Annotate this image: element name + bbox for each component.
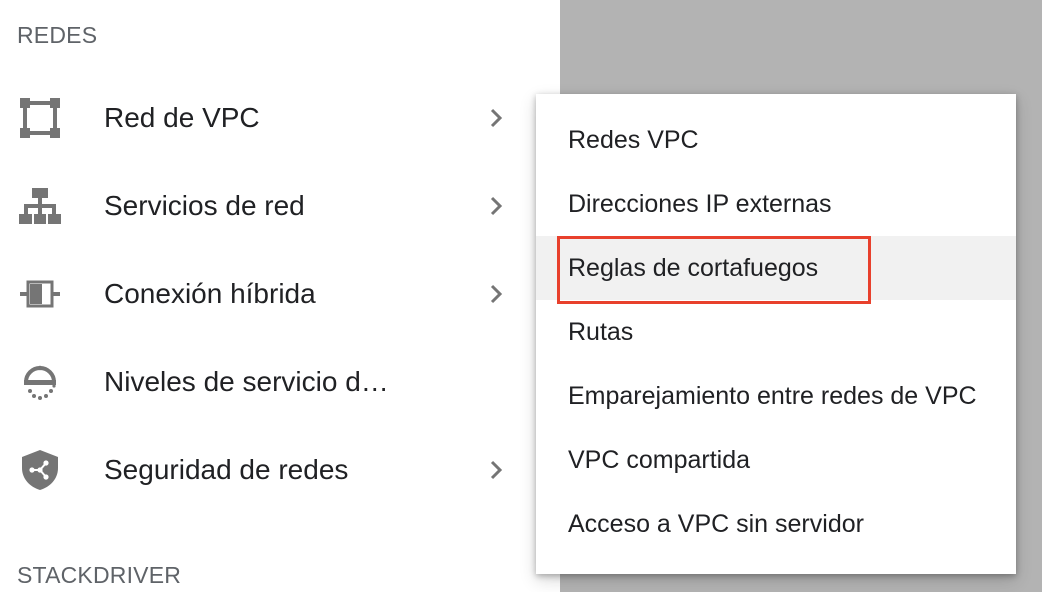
section-header-networking: REDES xyxy=(17,22,98,48)
submenu-item-label: Rutas xyxy=(568,318,634,346)
nav-item-label: Niveles de servicio d… xyxy=(104,366,389,397)
submenu-item-vpc-networks[interactable]: Redes VPC xyxy=(536,108,1016,172)
nav-item-label: Seguridad de redes xyxy=(104,454,349,485)
submenu-item-label: Direcciones IP externas xyxy=(568,190,832,218)
nav-item-network-security[interactable]: Seguridad de redes xyxy=(0,426,560,514)
submenu-item-shared-vpc[interactable]: VPC compartida xyxy=(536,428,1016,492)
chevron-right-icon xyxy=(484,282,508,306)
nav-item-vpc-network[interactable]: Red de VPC xyxy=(0,74,560,162)
submenu-item-routes[interactable]: Rutas xyxy=(536,300,1016,364)
screen: REDES Red de VPC Servicios de red Conexi… xyxy=(0,0,1042,592)
submenu-item-label: Redes VPC xyxy=(568,126,699,154)
network-services-icon xyxy=(18,184,62,228)
submenu-item-label: Emparejamiento entre redes de VPC xyxy=(568,382,977,410)
submenu-item-label: Reglas de cortafuegos xyxy=(568,254,819,282)
submenu-item-serverless-vpc-access[interactable]: Acceso a VPC sin servidor xyxy=(536,492,1016,556)
hybrid-connectivity-icon xyxy=(18,272,62,316)
chevron-right-icon xyxy=(484,106,508,130)
submenu-item-firewall-rules[interactable]: Reglas de cortafuegos xyxy=(536,236,1016,300)
nav-item-hybrid-connectivity[interactable]: Conexión híbrida xyxy=(0,250,560,338)
nav-item-label: Red de VPC xyxy=(104,102,260,133)
network-service-tiers-icon xyxy=(18,360,62,404)
nav-item-network-services[interactable]: Servicios de red xyxy=(0,162,560,250)
submenu-item-label: Acceso a VPC sin servidor xyxy=(568,510,864,538)
network-security-icon xyxy=(18,448,62,492)
nav-item-label: Servicios de red xyxy=(104,190,305,221)
vpc-network-submenu: Redes VPC Direcciones IP externas Reglas… xyxy=(536,94,1016,574)
submenu-item-vpc-network-peering[interactable]: Emparejamiento entre redes de VPC xyxy=(536,364,1016,428)
submenu-item-external-ip-addresses[interactable]: Direcciones IP externas xyxy=(536,172,1016,236)
submenu-item-label: VPC compartida xyxy=(568,446,751,474)
nav-item-network-service-tiers[interactable]: Niveles de servicio d… xyxy=(0,338,560,426)
chevron-right-icon xyxy=(484,458,508,482)
section-header-stackdriver: STACKDRIVER xyxy=(17,562,182,588)
chevron-right-icon xyxy=(484,194,508,218)
nav-item-label: Conexión híbrida xyxy=(104,278,316,309)
vpc-network-icon xyxy=(18,96,62,140)
navigation-menu: REDES Red de VPC Servicios de red Conexi… xyxy=(0,0,560,592)
